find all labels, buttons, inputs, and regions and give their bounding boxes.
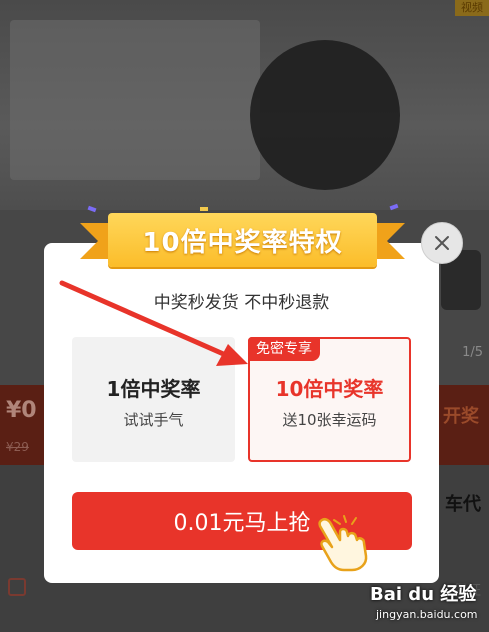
watermark-url: jingyan.baidu.com [376, 608, 478, 621]
close-icon [435, 236, 449, 250]
option-title: 1倍中奖率 [106, 377, 201, 401]
confetti [389, 203, 399, 211]
modal-subtitle: 中奖秒发货 不中秒退款 [153, 293, 330, 313]
exclusive-badge: 免密专享 [248, 337, 320, 361]
baidu-jingyan-watermark: Bai du 经验 jingyan.baidu.com [370, 580, 485, 628]
close-button[interactable] [421, 222, 463, 264]
video-tag: 视频 [455, 0, 489, 16]
confetti [200, 207, 208, 211]
product-photo [10, 20, 260, 180]
product-wheel-photo [250, 40, 400, 190]
modal-title: 10倍中奖率特权 [142, 227, 343, 258]
gallery-pager: 1/5 [462, 345, 483, 360]
option-1x-rate[interactable]: 1倍中奖率 试试手气 [72, 337, 235, 462]
option-10x-rate[interactable]: 免密专享 10倍中奖率 送10张幸运码 [248, 337, 411, 462]
service-icon [8, 578, 26, 596]
option-subtitle: 送10张幸运码 [282, 411, 377, 429]
draw-label: 开奖 [443, 406, 479, 427]
price-value: ¥0 [6, 398, 37, 423]
original-price: ¥29 [6, 440, 29, 454]
car-label: 车代 [445, 494, 481, 515]
watermark-brand: Bai du 经验 [370, 584, 477, 605]
pointing-hand-icon [318, 515, 368, 572]
confetti [87, 205, 97, 213]
option-title: 10倍中奖率 [275, 377, 384, 401]
ribbon-banner: 10倍中奖率特权 [108, 213, 377, 267]
option-subtitle: 试试手气 [123, 411, 184, 429]
title-ribbon: 10倍中奖率特权 [80, 203, 405, 275]
